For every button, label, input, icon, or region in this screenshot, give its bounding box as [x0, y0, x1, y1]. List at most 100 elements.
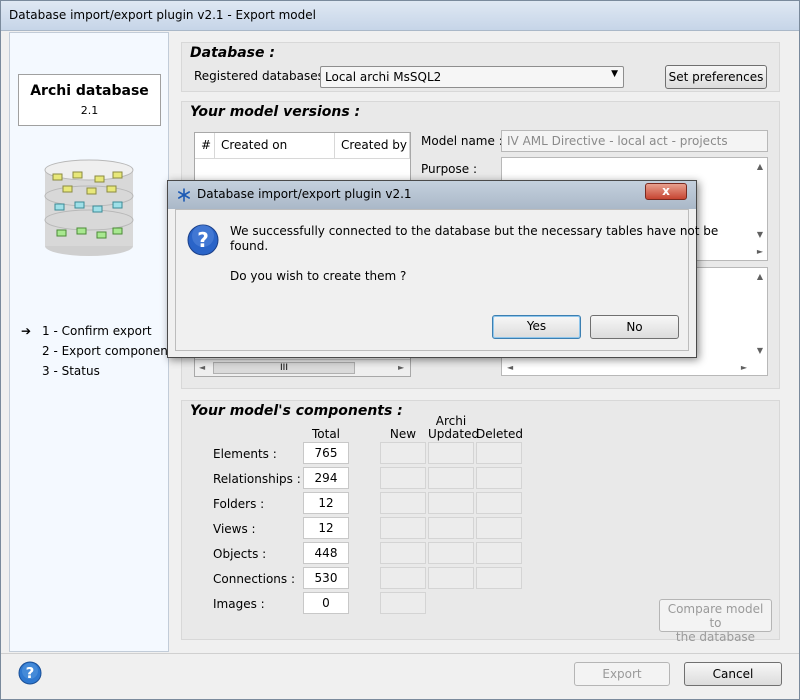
scrollbar-grip: III [280, 363, 288, 373]
images-total: 0 [303, 592, 349, 614]
dialog-message-line-2: found. [230, 239, 269, 253]
dialog-titlebar[interactable]: Database import/export plugin v2.1 x [168, 181, 696, 209]
model-name-field[interactable]: IV AML Directive - local act - projects [501, 130, 768, 152]
yes-label: Yes [526, 319, 547, 333]
relationships-total: 294 [303, 467, 349, 489]
question-icon: ? [187, 224, 219, 256]
database-icon [44, 159, 134, 256]
relationships-label: Relationships : [213, 472, 301, 486]
col-header-total: Total [311, 427, 341, 441]
col-header-updated: Updated [428, 427, 480, 441]
no-button[interactable]: No [590, 315, 679, 339]
scroll-down-icon[interactable]: ▼ [757, 346, 763, 355]
wizard-step-label: 3 - Status [42, 364, 100, 378]
views-label: Views : [213, 522, 256, 536]
connections-label: Connections : [213, 572, 296, 586]
folders-deleted [476, 492, 522, 514]
scroll-down-icon[interactable]: ▼ [757, 230, 763, 239]
elements-new [380, 442, 426, 464]
elements-deleted [476, 442, 522, 464]
wizard-step-confirm-export: ➔ 1 - Confirm export [20, 321, 173, 341]
current-step-arrow-icon: ➔ [21, 324, 32, 338]
scroll-left-icon[interactable]: ◄ [507, 363, 513, 372]
set-preferences-button[interactable]: Set preferences ... [665, 65, 767, 106]
wizard-steps: ➔ 1 - Confirm export 2 - Export componen… [20, 321, 173, 381]
window-title: Database import/export plugin v2.1 - Exp… [9, 8, 316, 22]
cancel-button[interactable]: Cancel [684, 662, 782, 686]
registered-databases-select[interactable]: Local archi MsSQL2 ▼ [320, 66, 624, 88]
col-header-created-on[interactable]: Created on [215, 133, 335, 159]
registered-databases-value: Local archi MsSQL2 [325, 70, 442, 84]
brand-name: Archi database [30, 83, 149, 99]
col-header-number[interactable]: # [195, 133, 215, 159]
col-header-deleted: Deleted [476, 427, 524, 441]
scroll-up-icon[interactable]: ▲ [757, 272, 763, 281]
folders-total: 12 [303, 492, 349, 514]
database-heading: Database : [190, 45, 275, 61]
question-glyph: ? [197, 228, 209, 252]
cancel-label: Cancel [712, 667, 754, 681]
views-updated [428, 517, 474, 539]
wizard-step-export-component: 2 - Export component [20, 341, 173, 361]
purpose-label: Purpose : [421, 162, 478, 176]
compare-line-2: the database [675, 630, 756, 644]
folders-updated [428, 492, 474, 514]
connections-total: 530 [303, 567, 349, 589]
chevron-down-icon: ▼ [611, 69, 618, 79]
wizard-step-label: 2 - Export component [42, 344, 173, 358]
objects-new [380, 542, 426, 564]
scroll-left-icon[interactable]: ◄ [199, 363, 205, 372]
close-icon: x [662, 184, 670, 198]
dialog-title: Database import/export plugin v2.1 [197, 187, 412, 201]
views-new [380, 517, 426, 539]
elements-total: 765 [303, 442, 349, 464]
col-header-new: New [389, 427, 417, 441]
wizard-side-panel: Archi database 2.1 ➔ 1 - Confirm export … [9, 32, 173, 652]
images-label: Images : [213, 597, 265, 611]
objects-updated [428, 542, 474, 564]
relationships-deleted [476, 467, 522, 489]
model-name-label: Model name : [421, 134, 503, 148]
help-icon[interactable]: ? [18, 661, 42, 685]
scroll-right-icon[interactable]: ► [741, 363, 747, 372]
views-deleted [476, 517, 522, 539]
elements-label: Elements : [213, 447, 277, 461]
objects-deleted [476, 542, 522, 564]
footer-divider [1, 653, 799, 654]
col-header-created-by[interactable]: Created by [335, 133, 410, 159]
wizard-step-status: 3 - Status [20, 361, 173, 381]
registered-databases-label: Registered databases : [194, 69, 332, 83]
export-label: Export [602, 667, 642, 681]
dialog-question: Do you wish to create them ? [230, 269, 407, 283]
brand-version: 2.1 [80, 104, 99, 117]
export-button[interactable]: Export [574, 662, 670, 686]
folders-new [380, 492, 426, 514]
objects-label: Objects : [213, 547, 267, 561]
brand-box: Archi database 2.1 [18, 74, 161, 126]
relationships-updated [428, 467, 474, 489]
images-new [380, 592, 426, 614]
yes-button[interactable]: Yes [492, 315, 581, 339]
connections-deleted [476, 567, 522, 589]
folders-label: Folders : [213, 497, 265, 511]
versions-heading: Your model versions : [190, 104, 361, 120]
scroll-up-icon[interactable]: ▲ [757, 162, 763, 171]
versions-horizontal-scrollbar[interactable]: ◄ III ► [195, 359, 410, 376]
col-header-archi: Archi [435, 414, 467, 428]
svg-text:?: ? [26, 664, 35, 682]
compare-model-button[interactable]: Compare model to the database [659, 599, 772, 644]
dialog-close-button[interactable]: x [645, 183, 687, 200]
connections-updated [428, 567, 474, 589]
compare-line-1: Compare model to [667, 602, 764, 630]
connections-new [380, 567, 426, 589]
no-label: No [626, 320, 643, 334]
snowflake-icon [177, 188, 190, 202]
elements-updated [428, 442, 474, 464]
relationships-new [380, 467, 426, 489]
dialog-body: ? We successfully connected to the datab… [175, 209, 719, 351]
scroll-right-icon[interactable]: ► [398, 363, 404, 372]
dialog-message-line-1: We successfully connected to the databas… [230, 224, 719, 238]
scrollbar-thumb[interactable]: III [213, 362, 355, 374]
window-titlebar[interactable]: Database import/export plugin v2.1 - Exp… [1, 1, 799, 31]
scroll-right-icon[interactable]: ► [757, 247, 763, 256]
